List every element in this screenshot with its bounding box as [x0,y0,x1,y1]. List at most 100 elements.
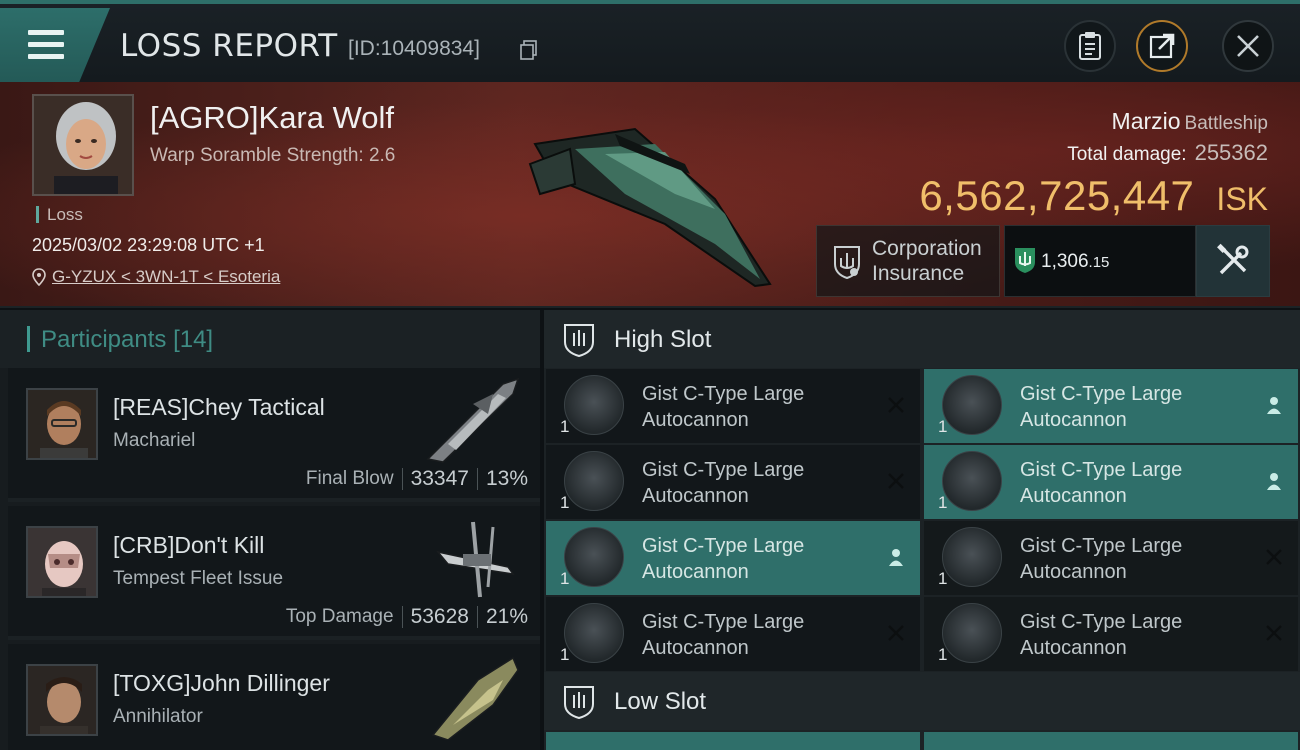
total-damage: Total damage: 255362 [1067,140,1268,166]
autocannon-icon [942,451,1002,511]
participant-avatar[interactable] [26,664,98,736]
participant-avatar[interactable] [26,526,98,598]
low-slot-header: Low Slot [544,672,1300,730]
module-slot-partial[interactable] [546,732,920,750]
module-name: Gist C-Type Large Autocannon [642,381,862,433]
ship-class: Battleship [1184,113,1268,134]
close-icon [1237,35,1259,57]
insurance-shield-icon [1015,248,1035,273]
module-quantity: 1 [560,645,570,664]
insured-value: 1,306.15 [1004,225,1196,297]
module-name: Gist C-Type Large Autocannon [1020,609,1240,661]
module-quantity: 1 [938,493,948,512]
autocannon-icon [564,527,624,587]
participant-percent: 13% [485,467,528,490]
module-slot-partial[interactable] [924,732,1298,750]
participant-avatar[interactable] [26,388,98,460]
destroyed-icon [888,473,904,489]
module-quantity: 1 [938,645,948,664]
total-damage-value: 255362 [1194,140,1268,165]
module-slot[interactable]: 1 Gist C-Type Large Autocannon [546,597,920,671]
module-slot[interactable]: 1 Gist C-Type Large Autocannon [924,445,1298,519]
module-name-line2: Autocannon [642,637,749,659]
menu-icon-bar [28,42,64,47]
tools-icon [1217,243,1249,275]
participant-portrait-image [28,666,96,734]
victim-avatar[interactable] [32,94,134,196]
module-name-line1: Gist C-Type Large [642,611,805,633]
participant-ship-image [426,377,520,463]
share-button[interactable] [1136,20,1188,72]
participant-ship: Machariel [113,430,196,451]
module-name-line1: Gist C-Type Large [1020,535,1183,557]
module-slot[interactable]: 1 Gist C-Type Large Autocannon [924,369,1298,443]
high-slot-label: High Slot [614,326,712,353]
participant-stats: Final Blow 33347 13% [306,467,528,491]
module-name-line2: Autocannon [642,561,749,583]
participant-name[interactable]: [REAS]Chey Tactical [113,394,325,421]
module-name: Gist C-Type Large Autocannon [1020,381,1240,433]
high-slot-icon [564,324,594,358]
insurance-label-line2: Insurance [872,262,965,285]
module-quantity: 1 [560,417,570,436]
module-slot[interactable]: 1 Gist C-Type Large Autocannon [546,521,920,595]
destroyed-icon [888,625,904,641]
module-slot[interactable]: 1 Gist C-Type Large Autocannon [546,369,920,443]
module-name-line1: Gist C-Type Large [1020,611,1183,633]
insured-value-decimal: .15 [1088,254,1110,271]
module-name-line2: Autocannon [642,485,749,507]
participant-row[interactable]: [TOXG]John Dillinger Annihilator [8,644,540,750]
module-slot[interactable]: 1 Gist C-Type Large Autocannon [546,445,920,519]
participant-portrait-image [28,390,96,458]
corporation-insurance[interactable]: Corporation Insurance [816,225,1000,297]
location-pin-icon [32,268,46,286]
autocannon-icon [564,603,624,663]
loss-timestamp: 2025/03/02 23:29:08 UTC +1 [32,235,265,255]
autocannon-icon [564,375,624,435]
location-link[interactable]: G-YZUX < 3WN-1T < Esoteria [32,267,280,287]
module-quantity: 1 [560,569,570,588]
dropped-person-icon [1267,473,1281,490]
participant-stats: Top Damage 53628 21% [286,605,528,629]
participant-damage: 53628 [410,605,469,628]
participants-panel: Participants [14] [REAS]Chey Tactical Ma… [0,310,540,750]
participant-percent: 21% [485,605,528,628]
copy-icon[interactable] [520,40,538,60]
repair-button[interactable] [1196,225,1270,297]
participant-ship: Tempest Fleet Issue [113,568,284,589]
participant-ship-image [436,521,515,598]
menu-button[interactable] [0,8,110,82]
autocannon-icon [942,375,1002,435]
autocannon-icon [564,451,624,511]
destroyed-icon [1266,549,1282,565]
clipboard-button[interactable] [1064,20,1116,72]
isk-value: 6,562,725,447 ISK [919,172,1268,220]
autocannon-icon [942,527,1002,587]
module-name-line1: Gist C-Type Large [642,383,805,405]
participant-row[interactable]: [REAS]Chey Tactical Machariel Final Blow… [8,368,540,502]
participant-damage: 33347 [410,467,469,490]
menu-icon [28,30,64,35]
participant-portrait-image [28,528,96,596]
module-name: Gist C-Type Large Autocannon [642,457,862,509]
close-button[interactable] [1222,20,1274,72]
module-name-line2: Autocannon [1020,561,1127,583]
victim-banner: [AGRO]Kara Wolf Warp Soramble Strength: … [0,82,1300,308]
module-name-line1: Gist C-Type Large [642,459,805,481]
participant-tag: Final Blow [305,468,394,489]
menu-icon-bar [28,54,64,59]
isk-unit: ISK [1216,181,1268,217]
participant-name[interactable]: [CRB]Don't Kill [113,532,264,559]
module-slot[interactable]: 1 Gist C-Type Large Autocannon [924,521,1298,595]
participant-name[interactable]: [TOXG]John Dillinger [113,670,330,697]
destroyed-icon [888,397,904,413]
module-name-line2: Autocannon [642,409,749,431]
ship-name[interactable]: Marzio [1112,108,1181,134]
module-slot[interactable]: 1 Gist C-Type Large Autocannon [924,597,1298,671]
module-name-line2: Autocannon [1020,485,1127,507]
module-name-line1: Gist C-Type Large [1020,459,1183,481]
victim-name[interactable]: [AGRO]Kara Wolf [150,100,394,136]
autocannon-icon [942,603,1002,663]
participant-row[interactable]: [CRB]Don't Kill Tempest Fleet Issue Top … [8,506,540,640]
participant-ship-image [431,656,519,740]
